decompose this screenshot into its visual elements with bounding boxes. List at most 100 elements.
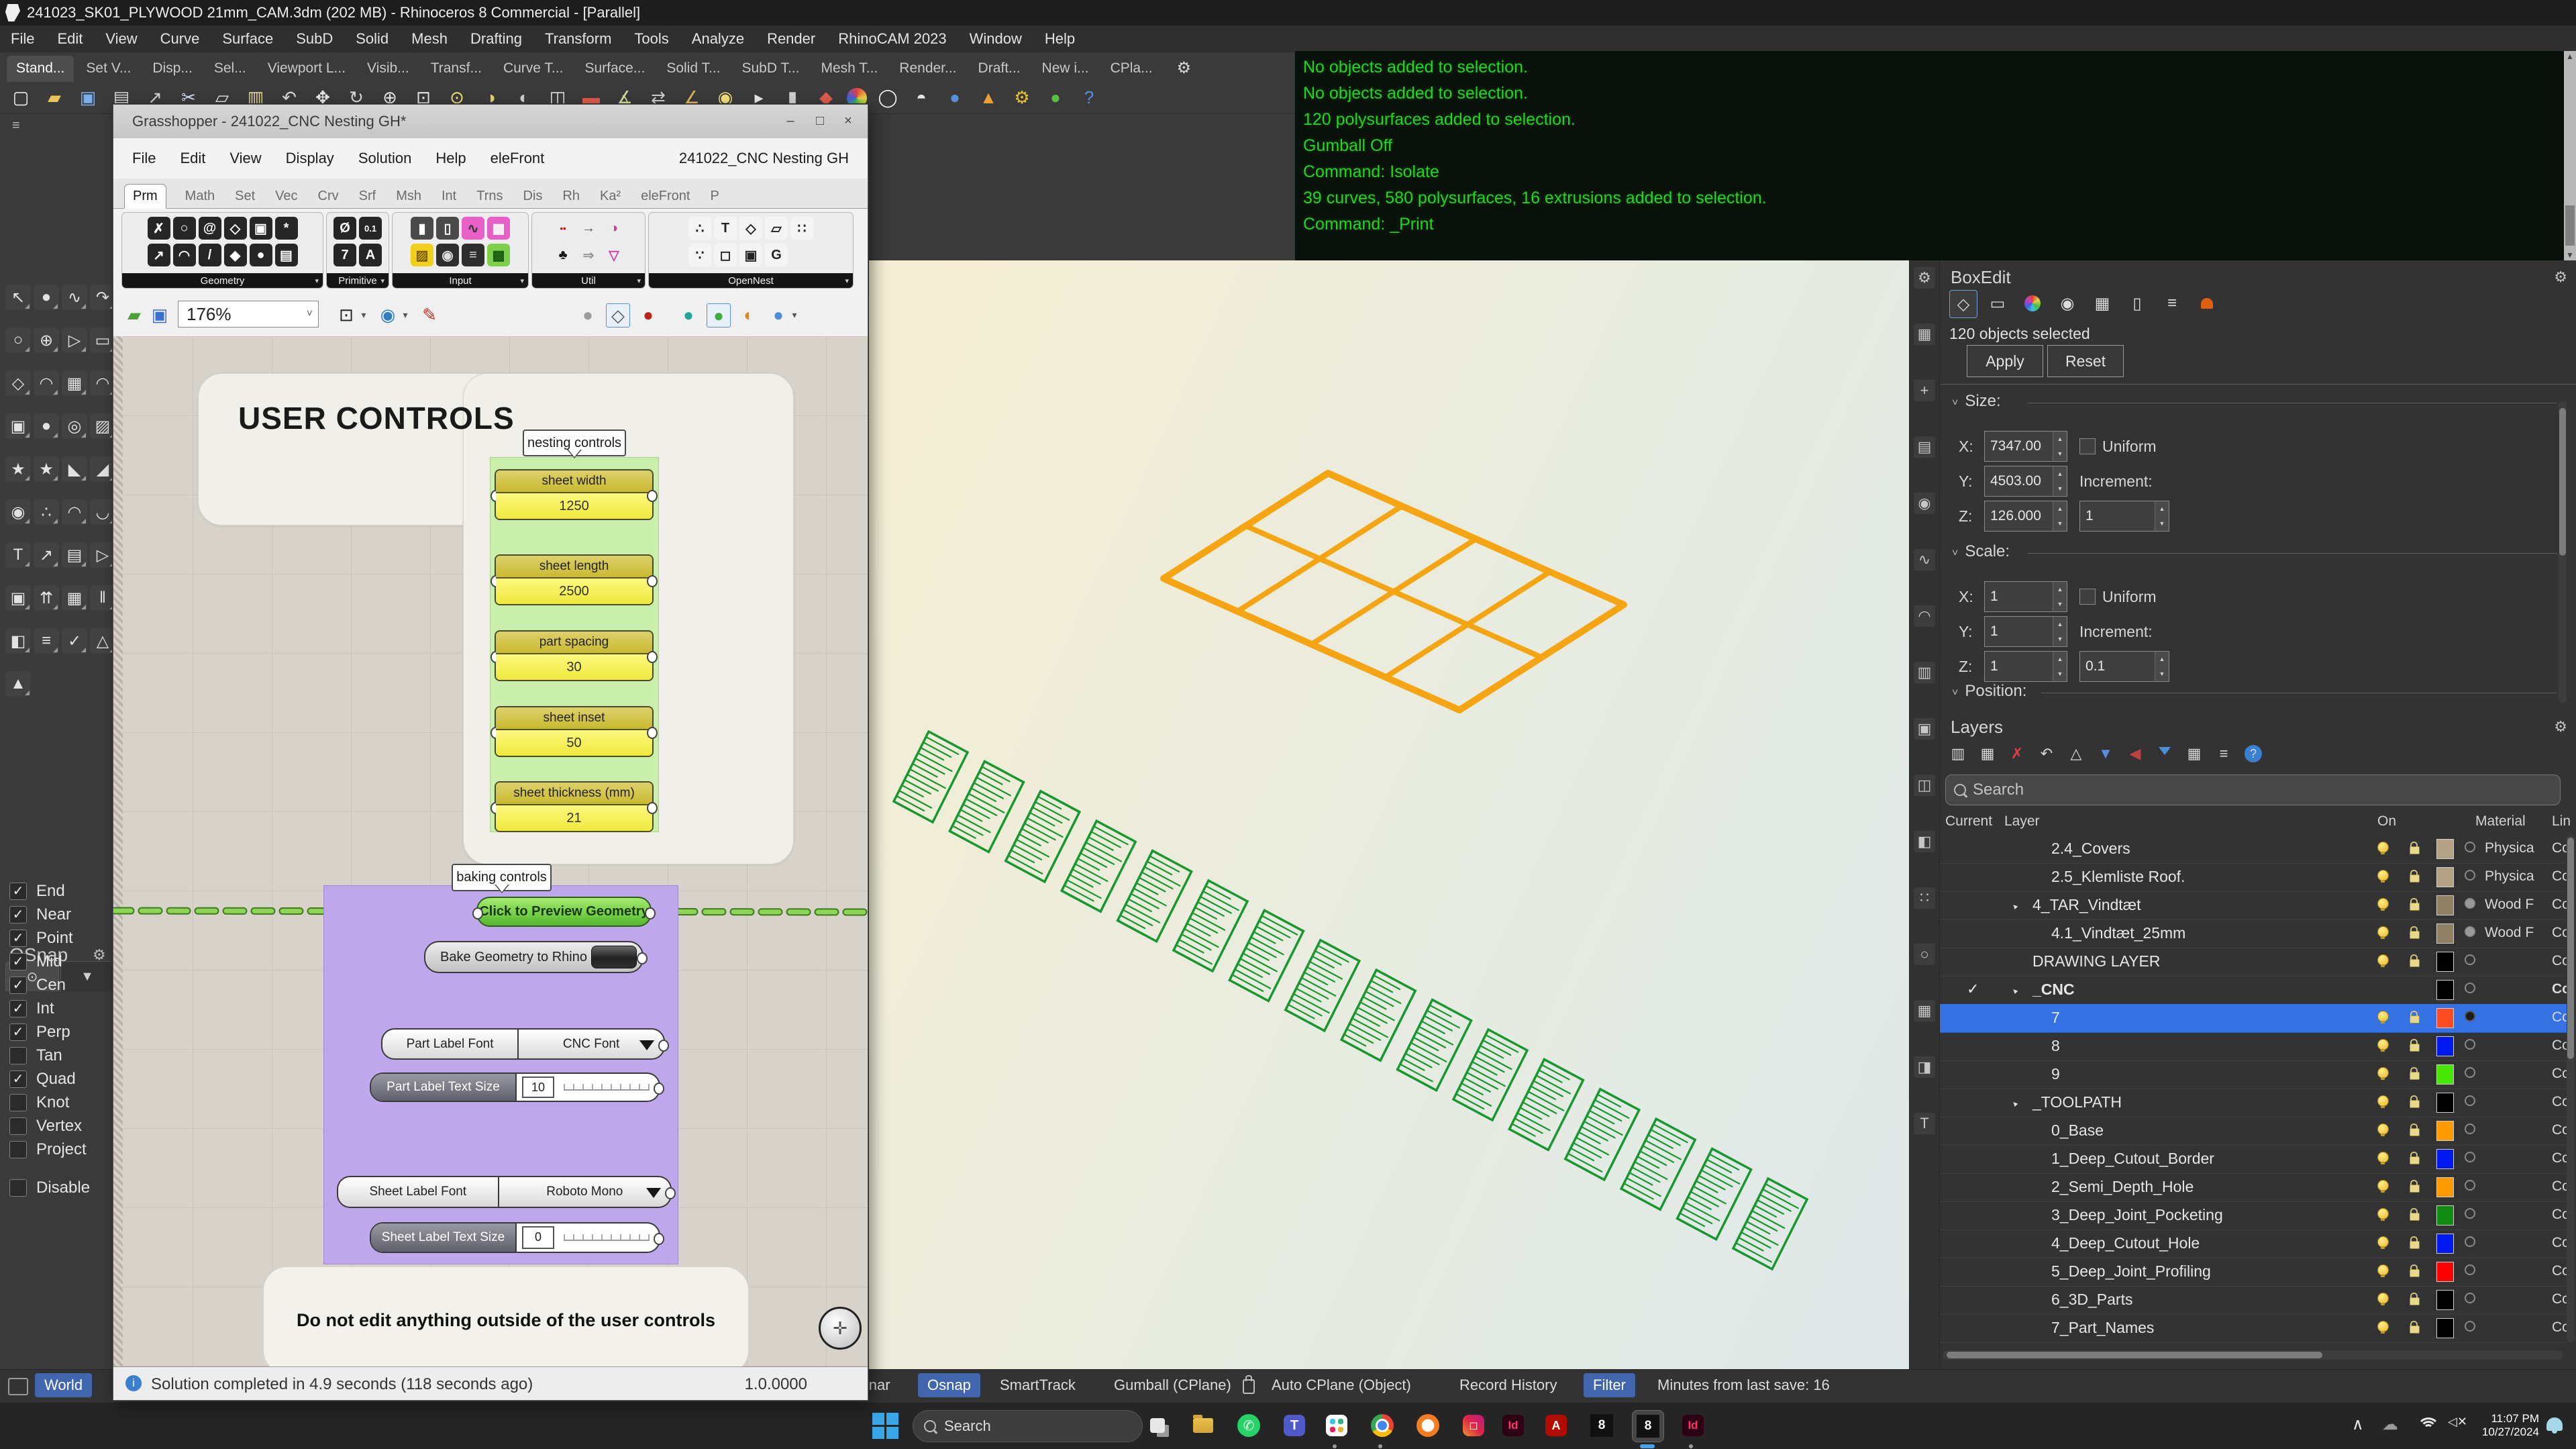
status-gumball-cplane-[interactable]: Gumball (CPlane) [1114,1377,1231,1394]
column-header-material[interactable]: Material [2475,813,2526,830]
expand-arrow-icon[interactable]: ▴ [2009,1098,2020,1109]
osnap-item-mid[interactable]: ✓Mid [9,952,110,972]
layer-color-swatch[interactable] [2436,1290,2454,1310]
gh-tab-math[interactable]: Math [184,185,216,208]
layer-on-bulb-icon[interactable] [2377,1095,2389,1107]
material-dot-icon[interactable] [2465,983,2475,993]
layer-on-bulb-icon[interactable] [2377,1180,2389,1191]
text-tool-icon[interactable]: T [5,542,31,568]
cherries-component-icon[interactable]: •• [552,217,574,240]
reset-button[interactable]: Reset [2047,345,2124,377]
new-file-icon[interactable]: ▢ [8,85,34,111]
wifi-icon[interactable] [2417,1417,2436,1432]
whatsapp-icon[interactable]: ✆ [1233,1410,1264,1441]
command-scrollbar[interactable]: ▲ ▼ [2564,51,2576,260]
slider-sheet-width[interactable]: sheet width1250 [495,469,654,520]
size-increment-input[interactable]: 1▲▼ [2079,501,2169,532]
layer-lock-icon[interactable] [2410,1044,2420,1052]
tree-component-icon[interactable]: ♣ [552,244,574,266]
part-label-font-combo[interactable]: Part Label Font CNC Font [381,1028,665,1060]
scale-increment-input[interactable]: 0.1▲▼ [2079,651,2169,682]
layer-row-2-4-covers[interactable]: 2.4_CoversPhysicaCo [1940,835,2567,864]
search-input[interactable]: Search [1945,775,2561,805]
layer-name[interactable]: 4.1_Vindtæt_25mm [2051,924,2185,942]
layer-on-bulb-icon[interactable] [2377,1039,2389,1050]
layer-name[interactable]: 1_Deep_Cutout_Border [2051,1150,2214,1168]
menu-render[interactable]: Render [767,30,815,48]
osnap-item-perp[interactable]: ✓Perp [9,1022,110,1042]
mirror-tool-icon[interactable]: ▷ [90,542,115,568]
layer-color-swatch[interactable] [2436,1149,2454,1169]
gh-menu-elefront[interactable]: eleFront [491,150,545,167]
array-tool-icon[interactable]: ▤ [62,542,87,568]
gh-tab-vec[interactable]: Vec [274,185,299,208]
layer-row-7-part-names[interactable]: 7_Part_NamesCo [1940,1314,2567,1343]
surface-component-icon[interactable]: ▤ [275,244,298,266]
layer-color-swatch[interactable] [2436,1177,2454,1197]
scale-uniform-checkbox[interactable] [2079,589,2096,605]
osnap-item-knot[interactable]: Knot [9,1093,110,1113]
scale-y-input[interactable]: 1▲▼ [1984,616,2067,647]
menu-transform[interactable]: Transform [545,30,611,48]
instagram-icon[interactable]: ◻ [1458,1410,1489,1441]
cplane-world-button[interactable]: World [35,1373,92,1397]
apply-button[interactable]: Apply [1967,345,2043,377]
scale-z-input[interactable]: 1▲▼ [1984,651,2067,682]
toolbar-tab-sel[interactable]: Sel... [205,56,256,82]
palette-group-label[interactable]: Primitive▾ [327,273,389,288]
layer-row--cnc[interactable]: ✓▴_CNCCo [1940,976,2567,1005]
surface-bend-tool-icon[interactable]: ◠ [90,370,115,396]
box-tool-icon[interactable]: ▣ [5,413,31,439]
scale-section-header[interactable]: ˅Scale: [1952,542,2086,562]
palette-group-label[interactable]: Input▾ [393,273,528,288]
checkbox-cen[interactable]: ✓ [9,977,27,994]
preview-eye-icon[interactable]: ◉ [376,303,399,326]
relay-component-icon[interactable]: ⇒ [577,244,600,266]
layer-lock-icon[interactable] [2410,959,2420,967]
plane-component-icon[interactable]: ◇ [224,217,247,240]
spiral-component-icon[interactable]: @ [199,217,221,240]
taskbar-search-input[interactable]: Search [913,1410,1143,1442]
size-uniform-checkbox[interactable] [2079,438,2096,454]
onedrive-icon[interactable]: ☁ [2382,1415,2398,1434]
gh-tab-elefront[interactable]: eleFront [639,185,691,208]
offset-icon[interactable]: ◧ [1914,831,1935,852]
gh-tab-trns[interactable]: Trns [475,185,504,208]
layer-on-bulb-icon[interactable] [2377,1067,2389,1079]
layer-row-3-deep-joint-pocketing[interactable]: 3_Deep_Joint_PocketingCo [1940,1201,2567,1230]
gh-doc-label[interactable]: 241022_CNC Nesting GH [679,150,849,167]
slider-sheet-thickness-mm-[interactable]: sheet thickness (mm)21 [495,781,654,832]
zoom-extents-icon[interactable]: ⊡ [335,303,358,326]
checkbox-int[interactable]: ✓ [9,1000,27,1017]
layers-back-icon[interactable]: ◀ [2124,742,2147,765]
layer-color-swatch[interactable] [2436,1262,2454,1282]
sphere-component-icon[interactable]: ● [250,244,272,266]
knob-component-icon[interactable]: ◉ [436,244,459,266]
layer-name[interactable]: 2.5_Klemliste Roof. [2051,868,2185,886]
layers-vscrollbar[interactable] [2567,835,2575,1342]
gear-icon[interactable]: ⚙ [2554,268,2567,286]
size-z-input[interactable]: 126.000▲▼ [1984,501,2067,532]
light-icon[interactable]: ○ [1914,944,1935,965]
indesign-icon[interactable]: Id [1498,1410,1529,1441]
material-dot-icon[interactable] [2465,1095,2475,1106]
layer-name[interactable]: 6_3D_Parts [2051,1291,2132,1309]
preview-geometry-button[interactable]: Click to Preview Geometry [476,897,652,927]
layers-up-icon[interactable]: △ [2065,742,2088,765]
cam-icon[interactable]: ◨ [1914,1056,1935,1078]
layer-lock-icon[interactable] [2410,1015,2420,1023]
layer-row-0-base[interactable]: 0_BaseCo [1940,1117,2567,1146]
layers-new-sublayer-icon[interactable]: ▦ [1976,742,1999,765]
fillet-tool-icon[interactable]: ◠ [34,370,59,396]
status-auto-cplane-object-[interactable]: Auto CPlane (Object) [1272,1377,1411,1394]
pyramid-tool-icon[interactable]: ▲ [5,671,31,697]
ellipse-tool-icon[interactable]: ⊕ [34,328,59,353]
toolbar-tab-stand[interactable]: Stand... [7,56,74,82]
material-dot-icon[interactable] [2465,954,2475,965]
hex-g-component-icon[interactable]: G [765,244,788,266]
rhino-8-active-icon[interactable]: 8 [1632,1410,1664,1442]
sheet-label-text-size-slider[interactable]: Sheet Label Text Size 0 [370,1222,660,1253]
move-icon[interactable]: + [1914,380,1935,401]
gear-icon[interactable]: ⚙ [1914,267,1935,289]
menu-mesh[interactable]: Mesh [411,30,448,48]
